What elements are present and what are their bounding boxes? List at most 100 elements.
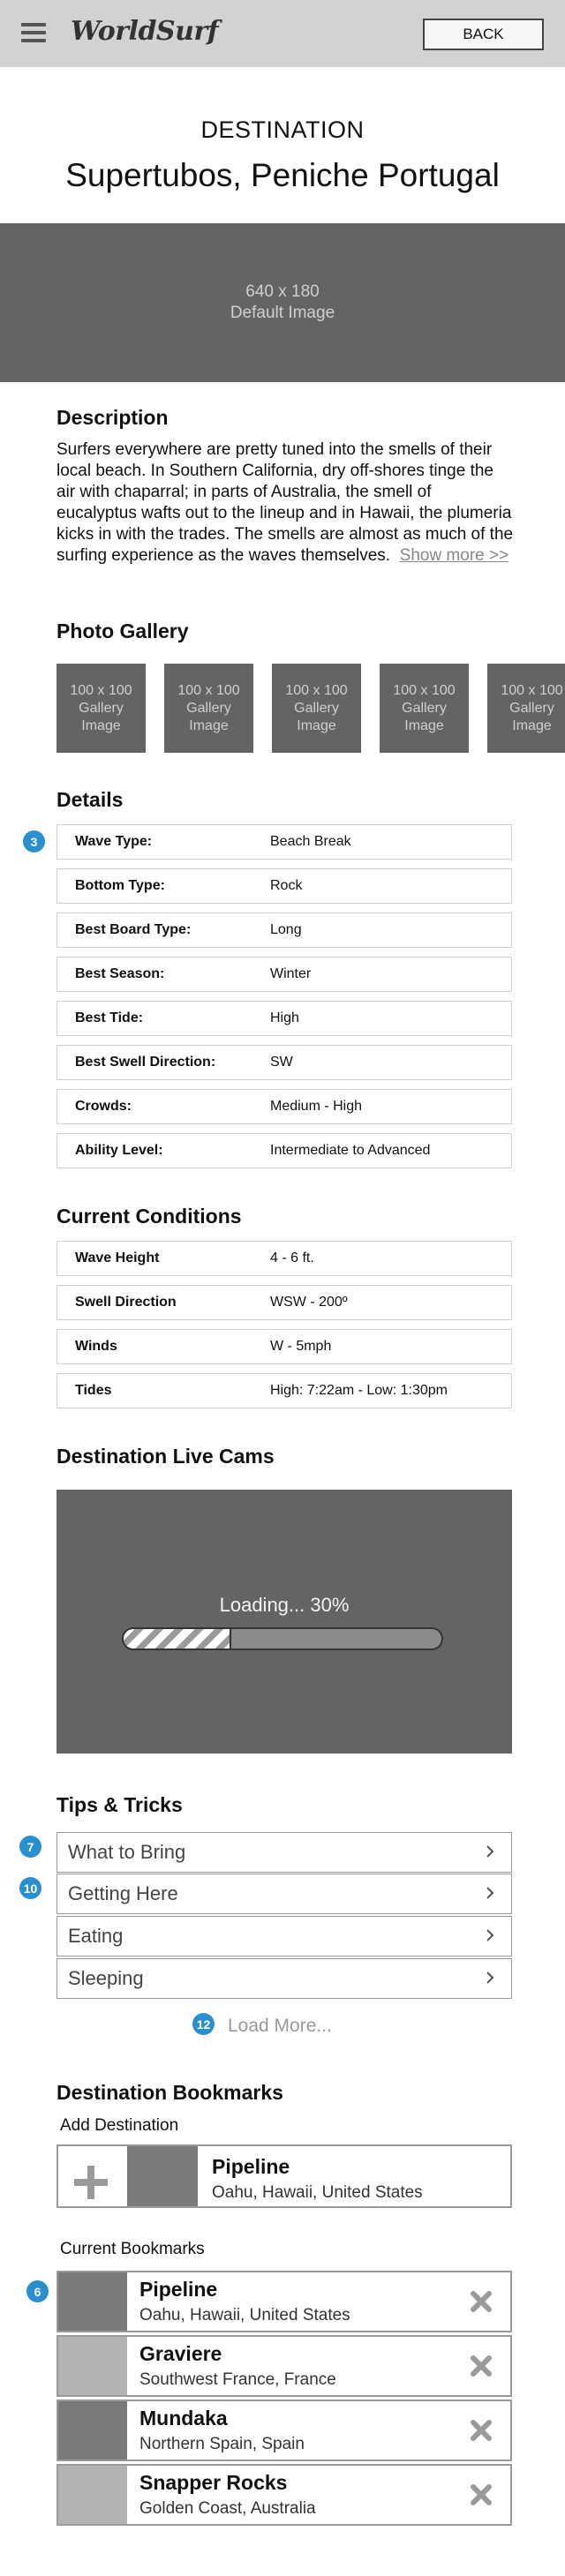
gallery-image-line2: Image [512, 717, 552, 733]
detail-label: Best Tide: [75, 1010, 144, 1025]
tip-item[interactable]: Getting Here [56, 1874, 512, 1914]
annotation-badge: 12 [192, 2013, 215, 2035]
condition-row: Winds W - 5mph [56, 1329, 512, 1364]
description-text: Surfers everywhere are pretty tuned into… [56, 439, 516, 567]
gallery-image-size: 100 x 100 [393, 682, 456, 698]
remove-icon[interactable] [470, 2290, 493, 2313]
condition-value: 4 - 6 ft. [270, 1250, 314, 1265]
gallery-image[interactable]: 100 x 100 Gallery Image [56, 664, 146, 753]
detail-row: Best Board Type: Long [56, 912, 512, 948]
gallery-image-line1: Gallery [402, 700, 447, 716]
annotation-badge: 6 [26, 2280, 49, 2302]
bookmark-name: Snapper Rocks [139, 2471, 288, 2494]
photo-gallery[interactable]: 100 x 100 Gallery Image 100 x 100 Gallery Ima… [56, 664, 565, 753]
detail-label: Wave Type: [75, 834, 153, 849]
detail-row: Best Tide: High [56, 1001, 512, 1036]
bookmark-name: Graviere [139, 2342, 222, 2365]
gallery-image-line2: Image [404, 717, 444, 733]
bookmark-thumbnail [58, 2466, 127, 2524]
condition-value: WSW - 200º [270, 1295, 348, 1310]
page-title: Supertubos, Peniche Portugal [65, 157, 500, 193]
live-cams-heading: Destination Live Cams [56, 1445, 275, 1468]
condition-label: Swell Direction [75, 1295, 177, 1310]
condition-label: Tides [75, 1383, 112, 1398]
loading-progress-bar [122, 1627, 443, 1650]
bookmarks-heading: Destination Bookmarks [56, 2081, 283, 2104]
detail-value: Winter [270, 966, 312, 981]
detail-value: Beach Break [270, 834, 351, 849]
bookmark-item[interactable]: Pipeline Oahu, Hawaii, United States [56, 2271, 512, 2332]
condition-value: W - 5mph [270, 1339, 332, 1354]
chevron-right-icon [486, 1929, 494, 1941]
tip-label: Getting Here [68, 1882, 178, 1904]
bookmark-item[interactable]: Snapper Rocks Golden Coast, Australia [56, 2464, 512, 2526]
bookmark-item[interactable]: Graviere Southwest France, France [56, 2335, 512, 2397]
condition-row: Swell Direction WSW - 200º [56, 1285, 512, 1320]
gallery-image[interactable]: 100 x 100 Gallery Image [164, 664, 253, 753]
condition-label: Wave Height [75, 1250, 160, 1265]
menu-icon[interactable] [21, 23, 46, 44]
bookmark-thumbnail [58, 2401, 127, 2460]
bookmark-thumbnail [58, 2337, 127, 2395]
bookmark-location: Golden Coast, Australia [139, 2499, 316, 2518]
remove-icon[interactable] [470, 2354, 493, 2377]
bookmark-thumbnail [58, 2272, 127, 2331]
detail-label: Best Season: [75, 966, 165, 981]
condition-value: High: 7:22am - Low: 1:30pm [270, 1383, 448, 1398]
destination-label: DESTINATION [200, 116, 365, 143]
detail-value: Medium - High [270, 1099, 363, 1114]
gallery-image-label: 100 x 100 Gallery Image [501, 682, 562, 735]
bookmark-item[interactable]: Mundaka Northern Spain, Spain [56, 2400, 512, 2461]
gallery-image-size: 100 x 100 [285, 682, 348, 698]
gallery-image-line1: Gallery [294, 700, 339, 716]
gallery-image[interactable]: 100 x 100 Gallery Image [272, 664, 361, 753]
add-destination-card: Pipeline Oahu, Hawaii, United States [56, 2144, 512, 2208]
condition-label: Winds [75, 1339, 117, 1354]
remove-icon[interactable] [470, 2419, 493, 2442]
tip-item[interactable]: Eating [56, 1916, 512, 1956]
load-more-link[interactable]: Load More... [228, 2016, 332, 2037]
bookmark-location: Northern Spain, Spain [139, 2435, 305, 2453]
gallery-image-line1: Gallery [79, 700, 124, 716]
detail-row: Bottom Type: Rock [56, 868, 512, 904]
hero-image-placeholder: 640 x 180 Default Image [0, 223, 565, 382]
tip-item[interactable]: Sleeping [56, 1958, 512, 1999]
tip-label: Sleeping [68, 1967, 144, 1989]
detail-value: SW [270, 1055, 293, 1070]
detail-value: Long [270, 922, 302, 937]
description-heading: Description [56, 406, 169, 429]
detail-row: Ability Level: Intermediate to Advanced [56, 1133, 512, 1168]
gallery-image[interactable]: 100 x 100 Gallery Image [380, 664, 469, 753]
detail-value: High [270, 1010, 299, 1025]
detail-row: Crowds: Medium - High [56, 1089, 512, 1124]
tip-label: What to Bring [68, 1841, 186, 1863]
live-cam-player[interactable]: Loading... 30% [56, 1490, 512, 1754]
gallery-image-line2: Image [189, 717, 229, 733]
hero-caption: Default Image [230, 304, 335, 322]
gallery-image-label: 100 x 100 Gallery Image [70, 682, 132, 735]
annotation-badge: 3 [23, 830, 45, 852]
details-heading: Details [56, 788, 124, 811]
show-more-link[interactable]: Show more >> [400, 546, 509, 565]
tip-item[interactable]: What to Bring [56, 1832, 512, 1873]
gallery-image-label: 100 x 100 Gallery Image [393, 682, 455, 735]
gallery-image-size: 100 x 100 [177, 682, 240, 698]
detail-row: Best Season: Winter [56, 957, 512, 992]
tips-heading: Tips & Tricks [56, 1793, 183, 1816]
chevron-right-icon [486, 1845, 494, 1858]
detail-label: Best Board Type: [75, 922, 192, 937]
remove-icon[interactable] [470, 2483, 493, 2506]
gallery-image[interactable]: 100 x 100 Gallery Image [487, 664, 565, 753]
gallery-image-label: 100 x 100 Gallery Image [285, 682, 347, 735]
photo-gallery-heading: Photo Gallery [56, 620, 189, 642]
detail-row: Wave Type: Beach Break [56, 824, 512, 860]
gallery-image-line2: Image [81, 717, 121, 733]
plus-icon[interactable] [74, 2166, 108, 2199]
condition-row: Tides High: 7:22am - Low: 1:30pm [56, 1373, 512, 1408]
back-button[interactable]: BACK [423, 19, 544, 50]
detail-label: Best Swell Direction: [75, 1055, 216, 1070]
detail-label: Bottom Type: [75, 878, 165, 893]
app-logo[interactable]: WorldSurf [71, 16, 219, 47]
gallery-image-size: 100 x 100 [70, 682, 132, 698]
current-conditions-heading: Current Conditions [56, 1205, 242, 1228]
